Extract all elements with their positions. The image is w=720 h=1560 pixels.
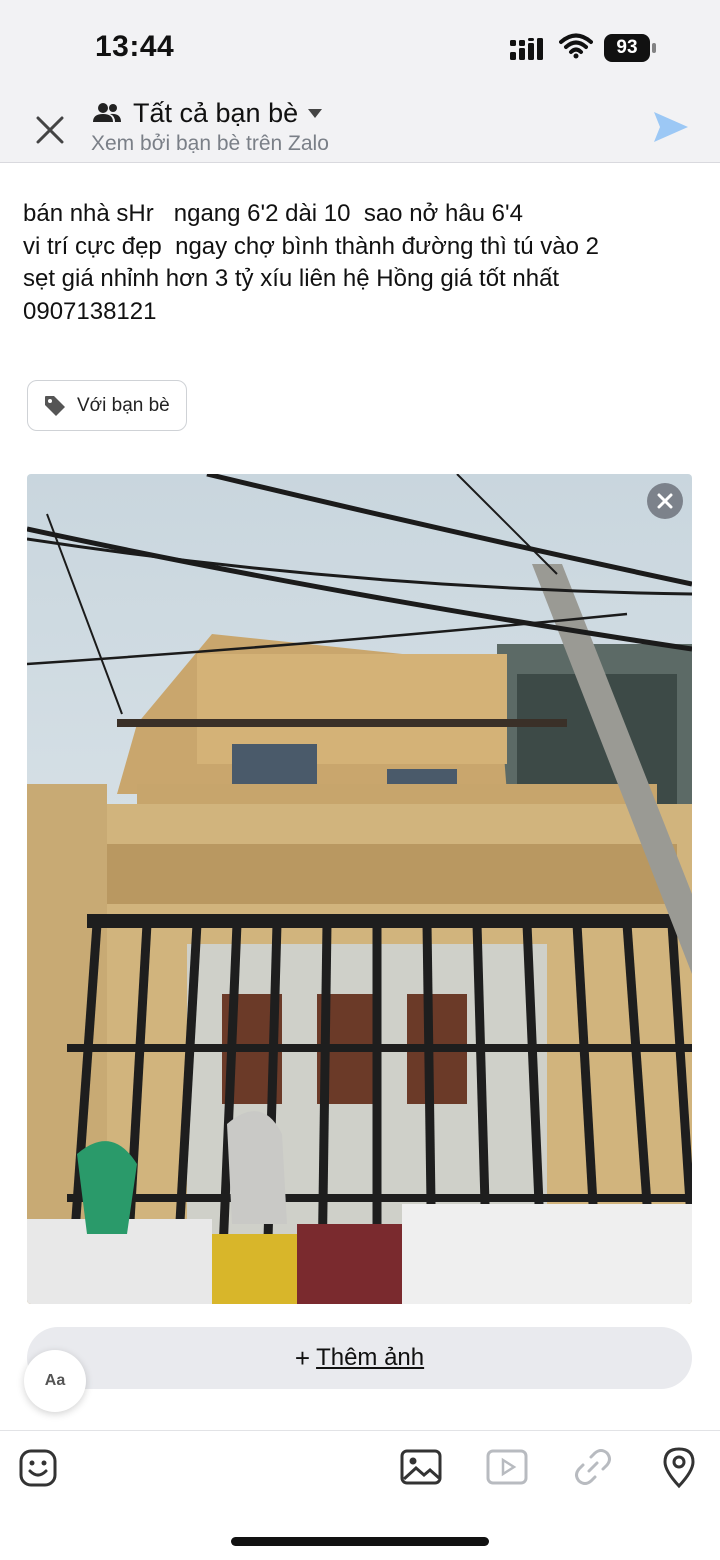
battery-icon: 93: [604, 34, 650, 62]
link-icon[interactable]: [571, 1445, 615, 1489]
compose-header: Tất cả bạn bè Xem bởi bạn bè trên Zalo: [0, 96, 720, 163]
font-style-label: Aa: [44, 1372, 66, 1389]
post-text[interactable]: bán nhà sHr ngang 6'2 dài 10 sao nở hâu …: [23, 198, 703, 328]
image-icon[interactable]: [399, 1445, 443, 1489]
attached-photo[interactable]: [27, 474, 692, 1304]
sticker-icon[interactable]: [17, 1445, 61, 1489]
add-photo-button[interactable]: + Thêm ảnh: [27, 1327, 692, 1389]
status-time: 13:44: [95, 30, 175, 63]
tag-chip-label: Với bạn bè: [77, 394, 170, 416]
plus-icon: +: [294, 1342, 311, 1373]
home-indicator: [231, 1537, 489, 1546]
remove-photo-icon: [657, 493, 673, 509]
audience-selector[interactable]: Tất cả bạn bè: [93, 96, 323, 130]
close-icon[interactable]: [30, 110, 70, 150]
battery-tip: [652, 43, 656, 53]
privacy-tag-chip[interactable]: Với bạn bè: [27, 380, 187, 431]
location-icon[interactable]: [657, 1445, 701, 1489]
send-icon[interactable]: [652, 108, 690, 146]
wifi-icon: [559, 33, 593, 59]
status-bar: 13:44 93: [0, 0, 720, 96]
cellular-signal-icon: [510, 38, 543, 60]
caret-down-icon: [308, 108, 323, 118]
video-icon[interactable]: [485, 1445, 529, 1489]
friends-icon: [93, 103, 121, 122]
font-style-button[interactable]: Aa: [24, 1350, 86, 1412]
tag-icon: [45, 395, 65, 416]
audience-subtitle: Xem bởi bạn bè trên Zalo: [91, 132, 329, 155]
audience-title: Tất cả bạn bè: [133, 97, 299, 128]
remove-photo-button[interactable]: [647, 483, 683, 519]
bottom-toolbar: [0, 1430, 720, 1511]
add-photo-label: Thêm ảnh: [316, 1344, 425, 1371]
